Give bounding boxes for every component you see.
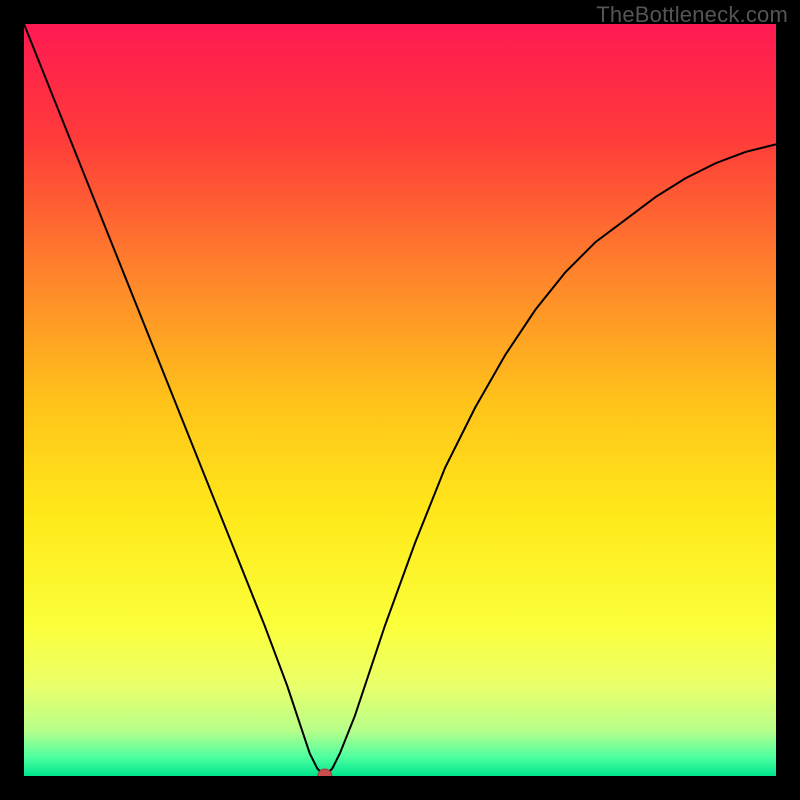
chart-svg <box>24 24 776 776</box>
gradient-background <box>24 24 776 776</box>
plot-area <box>24 24 776 776</box>
chart-frame: TheBottleneck.com <box>0 0 800 800</box>
watermark-text: TheBottleneck.com <box>596 2 788 28</box>
